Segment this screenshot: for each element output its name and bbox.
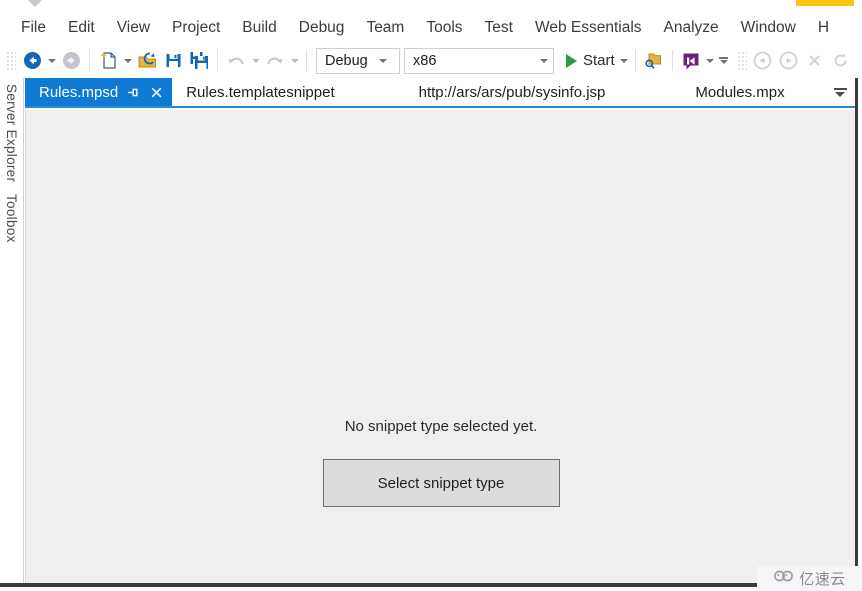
menu-team[interactable]: Team xyxy=(355,17,415,39)
start-dropdown-caret-icon[interactable] xyxy=(619,58,628,63)
tab-rules-templatesnippet[interactable]: Rules.templatesnippet xyxy=(172,78,349,106)
notification-bar-fragment xyxy=(796,0,854,6)
toolbar-grip[interactable] xyxy=(736,50,747,71)
title-bar-right-edge xyxy=(856,0,862,13)
back-arrow-icon[interactable] xyxy=(19,48,45,74)
platform-value: x86 xyxy=(413,52,437,69)
save-all-icon[interactable] xyxy=(186,48,212,74)
tab-spacer xyxy=(349,78,405,106)
menu-window[interactable]: Window xyxy=(730,17,807,39)
undo-dropdown-caret-icon xyxy=(249,48,262,74)
watermark-text: 亿速云 xyxy=(799,570,846,588)
menu-bar: File Edit View Project Build Debug Team … xyxy=(0,13,862,43)
sidebar-item-toolbox[interactable]: Toolbox xyxy=(4,188,19,249)
sidebar-item-server-explorer[interactable]: Server Explorer xyxy=(4,78,19,188)
configuration-value: Debug xyxy=(325,52,368,69)
save-icon[interactable] xyxy=(160,48,186,74)
folder-search-icon[interactable] xyxy=(641,48,667,74)
toolbar-separator xyxy=(634,50,636,71)
watermark: 亿速云 xyxy=(757,566,862,591)
start-debug-button[interactable]: Start xyxy=(562,48,630,74)
cloud-logo-icon xyxy=(773,569,795,588)
feedback-dropdown-caret-icon[interactable] xyxy=(704,48,717,74)
document-tab-strip: Rules.mpsd Rules.templatesnippet http://… xyxy=(25,78,855,108)
back-dropdown-caret-icon[interactable] xyxy=(45,48,58,74)
window-bottom-outer xyxy=(0,587,862,591)
menu-view[interactable]: View xyxy=(106,17,161,39)
tab-rules-mpsd[interactable]: Rules.mpsd xyxy=(25,78,173,106)
chevron-down-icon[interactable] xyxy=(374,58,392,63)
menu-debug[interactable]: Debug xyxy=(288,17,356,39)
empty-state: No snippet type selected yet. Select sni… xyxy=(26,418,856,507)
menu-project[interactable]: Project xyxy=(161,17,231,39)
new-file-icon[interactable] xyxy=(95,48,121,74)
tab-modules-mpx[interactable]: Modules.mpx xyxy=(681,78,799,106)
menu-build[interactable]: Build xyxy=(231,17,287,39)
undo-icon xyxy=(223,48,249,74)
tab-label: Rules.templatesnippet xyxy=(186,83,335,101)
play-icon xyxy=(566,53,577,68)
open-folder-icon[interactable] xyxy=(134,48,160,74)
toolbar-separator xyxy=(217,50,218,71)
window-right-outer xyxy=(858,78,862,591)
start-button-label: Start xyxy=(583,52,615,69)
restart-icon xyxy=(828,48,854,74)
standard-toolbar: Debug x86 Start xyxy=(0,43,862,78)
left-dock-bar: Server Explorer Toolbox xyxy=(0,78,24,583)
toolbar-grip[interactable] xyxy=(6,50,16,71)
select-snippet-type-button[interactable]: Select snippet type xyxy=(322,459,560,507)
tab-overflow-icon[interactable] xyxy=(825,78,855,106)
step-back-icon xyxy=(750,48,776,74)
menu-tools[interactable]: Tools xyxy=(415,17,473,39)
pin-icon[interactable] xyxy=(122,82,142,102)
tab-label: http://ars/ars/pub/sysinfo.jsp xyxy=(418,83,606,101)
tab-label: Rules.mpsd xyxy=(39,83,119,101)
close-icon[interactable] xyxy=(146,82,166,102)
redo-icon xyxy=(262,48,288,74)
toolbar-separator xyxy=(89,50,90,71)
menu-analyze[interactable]: Analyze xyxy=(653,17,730,39)
tab-label: Modules.mpx xyxy=(695,83,785,101)
stop-icon xyxy=(802,48,828,74)
toolbar-separator xyxy=(306,50,307,71)
menu-help[interactable]: H xyxy=(807,17,832,39)
new-file-dropdown-caret-icon[interactable] xyxy=(121,48,134,74)
platform-combobox[interactable]: x86 xyxy=(404,47,554,74)
forward-arrow-icon xyxy=(58,48,84,74)
tab-sysinfo-jsp[interactable]: http://ars/ars/pub/sysinfo.jsp xyxy=(404,78,620,106)
menu-edit[interactable]: Edit xyxy=(57,17,106,39)
vs-feedback-icon[interactable] xyxy=(678,48,704,74)
toolbar-overflow-icon[interactable] xyxy=(717,48,731,74)
menu-test[interactable]: Test xyxy=(474,17,524,39)
tab-spacer xyxy=(619,78,681,106)
title-bar-strip xyxy=(0,0,862,13)
configuration-combobox[interactable]: Debug xyxy=(316,47,400,74)
menu-file[interactable]: File xyxy=(10,17,57,39)
step-forward-icon xyxy=(776,48,802,74)
empty-state-message: No snippet type selected yet. xyxy=(344,418,538,435)
redo-dropdown-caret-icon xyxy=(288,48,301,74)
chevron-down-icon[interactable] xyxy=(535,58,553,63)
toolbar-separator xyxy=(671,50,673,71)
chevron-down-icon[interactable] xyxy=(28,0,42,7)
document-editor-area: No snippet type selected yet. Select sni… xyxy=(25,110,856,583)
menu-web-essentials[interactable]: Web Essentials xyxy=(524,17,653,39)
